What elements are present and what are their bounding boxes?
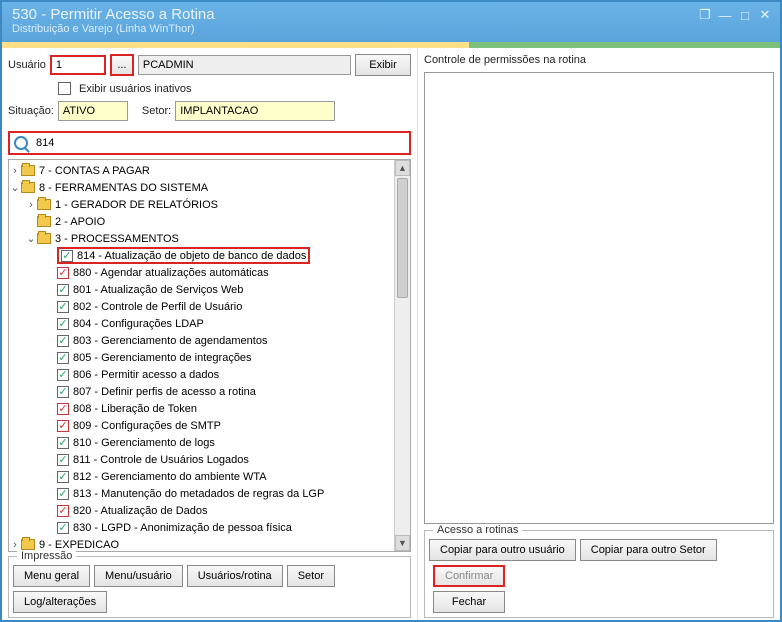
impressao-menu-usu-rio-button[interactable]: Menu/usuário <box>94 565 183 587</box>
routine-checkbox[interactable]: ✓ <box>57 488 69 500</box>
routine-checkbox[interactable]: ✓ <box>61 250 73 262</box>
permissions-header: Controle de permissões na rotina <box>424 54 774 66</box>
usuario-lookup-button[interactable]: ... <box>110 54 134 76</box>
routine-label[interactable]: 812 - Gerenciamento do ambiente WTA <box>73 471 267 483</box>
window-title: 530 - Permitir Acesso a Rotina <box>12 6 770 23</box>
folder-icon <box>21 182 35 193</box>
impressao-menu-geral-button[interactable]: Menu geral <box>13 565 90 587</box>
search-input[interactable] <box>34 134 405 152</box>
routine-label[interactable]: 820 - Atualização de Dados <box>73 505 208 517</box>
right-panel: Controle de permissões na rotina Acesso … <box>417 48 780 620</box>
confirmar-button[interactable]: Confirmar <box>433 565 505 587</box>
inativos-label: Exibir usuários inativos <box>79 83 192 95</box>
tree-node-label[interactable]: 8 - FERRAMENTAS DO SISTEMA <box>39 182 208 194</box>
routine-tree: › 7 - CONTAS A PAGAR ⌄ 8 - FERRAMENTAS DO S… <box>8 159 411 552</box>
routine-checkbox[interactable]: ✓ <box>57 386 69 398</box>
minimize-icon[interactable]: — <box>718 8 732 22</box>
exibir-button[interactable]: Exibir <box>355 54 411 76</box>
usuario-name-display <box>138 55 351 75</box>
restore-icon[interactable]: ❐ <box>698 8 712 22</box>
impressao-setor-button[interactable]: Setor <box>287 565 335 587</box>
fechar-button[interactable]: Fechar <box>433 591 505 613</box>
routine-label[interactable]: 811 - Controle de Usuários Logados <box>73 454 249 466</box>
tree-node-label[interactable]: 1 - GERADOR DE RELATÓRIOS <box>55 199 218 211</box>
acesso-group: Acesso a rotinas Copiar para outro usuár… <box>424 530 774 618</box>
copiar-usuario-button[interactable]: Copiar para outro usuário <box>429 539 576 561</box>
routine-label[interactable]: 803 - Gerenciamento de agendamentos <box>73 335 267 347</box>
situacao-label: Situação: <box>8 105 54 117</box>
impressao-log-altera-es-button[interactable]: Log/alterações <box>13 591 107 613</box>
maximize-icon[interactable]: □ <box>738 8 752 22</box>
tree-twisty[interactable]: › <box>9 539 21 551</box>
left-panel: Usuário ... Exibir Exibir usuários inati… <box>2 48 417 620</box>
copiar-setor-button[interactable]: Copiar para outro Setor <box>580 539 717 561</box>
tree-node-label[interactable]: 3 - PROCESSAMENTOS <box>55 233 179 245</box>
routine-checkbox[interactable]: ✓ <box>57 301 69 313</box>
routine-label[interactable]: 813 - Manutenção do metadados de regras … <box>73 488 324 500</box>
routine-checkbox[interactable]: ✓ <box>57 505 69 517</box>
tree-twisty[interactable]: › <box>25 199 37 211</box>
routine-label[interactable]: 801 - Atualização de Serviços Web <box>73 284 243 296</box>
inativos-checkbox[interactable] <box>58 82 71 95</box>
routine-label[interactable]: 805 - Gerenciamento de integrações <box>73 352 252 364</box>
routine-label[interactable]: 808 - Liberação de Token <box>73 403 197 415</box>
routine-checkbox[interactable]: ✓ <box>57 267 69 279</box>
situacao-value <box>58 101 128 121</box>
routine-checkbox[interactable]: ✓ <box>57 335 69 347</box>
routine-label[interactable]: 814 - Atualização de objeto de banco de … <box>77 250 306 262</box>
setor-value <box>175 101 335 121</box>
search-box <box>8 131 411 155</box>
tree-node-label[interactable]: 9 - EXPEDICAO <box>39 539 119 551</box>
scroll-down-button[interactable]: ▼ <box>395 535 410 551</box>
close-icon[interactable]: ✕ <box>758 8 772 22</box>
tree-twisty[interactable]: ⌄ <box>25 232 37 245</box>
routine-checkbox[interactable]: ✓ <box>57 471 69 483</box>
usuario-label: Usuário <box>8 59 46 71</box>
usuario-input[interactable] <box>50 55 106 75</box>
scroll-up-button[interactable]: ▲ <box>395 160 410 176</box>
tree-scrollbar[interactable]: ▲ ▼ <box>394 160 410 551</box>
scroll-thumb[interactable] <box>397 178 408 298</box>
routine-checkbox[interactable]: ✓ <box>57 403 69 415</box>
folder-icon <box>37 233 51 244</box>
folder-icon <box>21 539 35 550</box>
acesso-legend: Acesso a rotinas <box>433 524 522 536</box>
routine-label[interactable]: 802 - Controle de Perfil de Usuário <box>73 301 242 313</box>
routine-checkbox[interactable]: ✓ <box>57 318 69 330</box>
tree-twisty[interactable]: ⌄ <box>9 181 21 194</box>
routine-label[interactable]: 810 - Gerenciamento de logs <box>73 437 215 449</box>
routine-checkbox[interactable]: ✓ <box>57 369 69 381</box>
impressao-usu-rios-rotina-button[interactable]: Usuários/rotina <box>187 565 283 587</box>
routine-checkbox[interactable]: ✓ <box>57 352 69 364</box>
impressao-legend: Impressão <box>17 550 76 562</box>
folder-icon <box>37 199 51 210</box>
tree-node-label[interactable]: 2 - APOIO <box>55 216 105 228</box>
setor-label: Setor: <box>142 105 171 117</box>
routine-label[interactable]: 807 - Definir perfis de acesso a rotina <box>73 386 256 398</box>
search-icon <box>14 136 28 150</box>
routine-checkbox[interactable]: ✓ <box>57 437 69 449</box>
impressao-group: Impressão Menu geralMenu/usuárioUsuários… <box>8 556 411 618</box>
routine-checkbox[interactable]: ✓ <box>57 420 69 432</box>
title-bar: 530 - Permitir Acesso a Rotina Distribui… <box>2 2 780 42</box>
tree-node-label[interactable]: 7 - CONTAS A PAGAR <box>39 165 150 177</box>
permissions-panel <box>424 72 774 524</box>
tree-twisty[interactable]: › <box>9 165 21 177</box>
routine-checkbox[interactable]: ✓ <box>57 522 69 534</box>
folder-icon <box>21 165 35 176</box>
routine-label[interactable]: 830 - LGPD - Anonimização de pessoa físi… <box>73 522 292 534</box>
routine-label[interactable]: 809 - Configurações de SMTP <box>73 420 221 432</box>
app-window: 530 - Permitir Acesso a Rotina Distribui… <box>0 0 782 622</box>
routine-label[interactable]: 806 - Permitir acesso a dados <box>73 369 219 381</box>
folder-icon <box>37 216 51 227</box>
window-subtitle: Distribuição e Varejo (Linha WinThor) <box>12 23 770 35</box>
routine-label[interactable]: 880 - Agendar atualizações automáticas <box>73 267 269 279</box>
routine-label[interactable]: 804 - Configurações LDAP <box>73 318 204 330</box>
routine-checkbox[interactable]: ✓ <box>57 454 69 466</box>
routine-checkbox[interactable]: ✓ <box>57 284 69 296</box>
